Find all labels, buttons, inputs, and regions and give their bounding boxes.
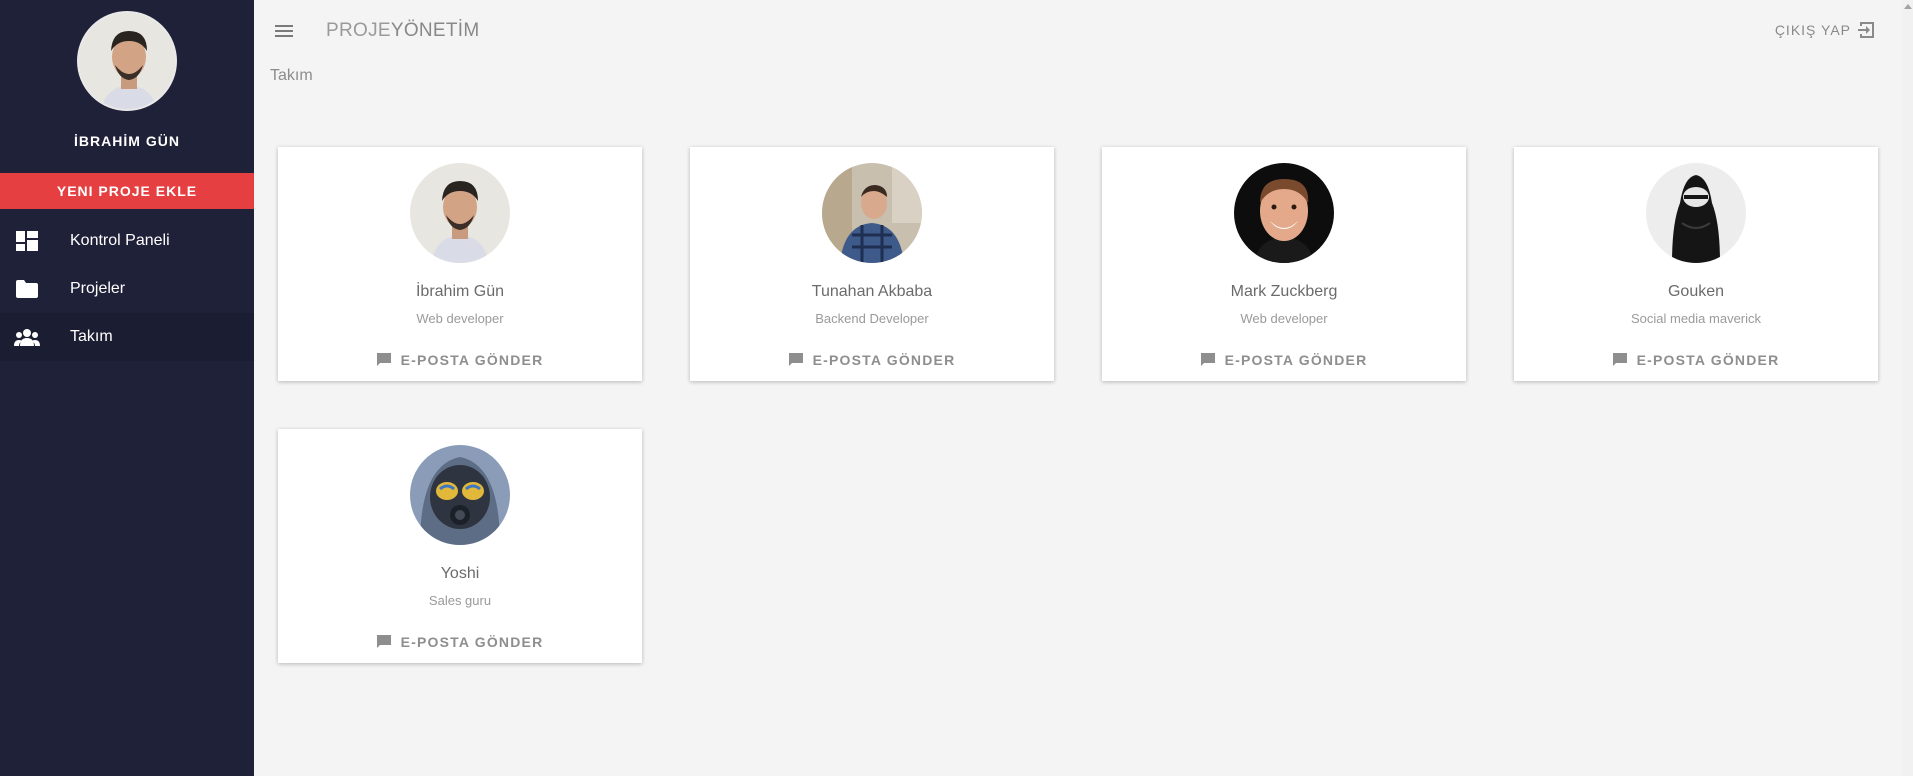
profile: İBRAHİM GÜN xyxy=(0,0,254,149)
dashboard-icon xyxy=(14,229,40,253)
send-email-label: E-POSTA GÖNDER xyxy=(400,352,544,368)
message-icon xyxy=(376,353,391,366)
team-card: Mark Zuckberg Web developer E-POSTA GÖND… xyxy=(1102,147,1466,381)
member-role: Backend Developer xyxy=(815,311,929,326)
sidebar-nav: Kontrol Paneli Projeler Takım xyxy=(0,217,254,361)
avatar xyxy=(77,11,177,111)
member-name: Gouken xyxy=(1667,283,1725,300)
member-role: Sales guru xyxy=(428,593,492,608)
send-email-button[interactable]: E-POSTA GÖNDER xyxy=(376,634,544,650)
member-role: Web developer xyxy=(1240,311,1328,326)
sidebar-item-label: Kontrol Paneli xyxy=(70,232,170,249)
team-card: Yoshi Sales guru E-POSTA GÖNDER xyxy=(278,429,642,663)
send-email-button[interactable]: E-POSTA GÖNDER xyxy=(1612,352,1780,368)
member-avatar xyxy=(1234,163,1334,263)
message-icon xyxy=(376,635,391,648)
logout-icon xyxy=(1858,22,1874,38)
member-avatar xyxy=(410,445,510,545)
member-name: İbrahim Gün xyxy=(415,283,505,300)
member-role: Social media maverick xyxy=(1630,311,1762,326)
team-card: Tunahan Akbaba Backend Developer E-POSTA… xyxy=(690,147,1054,381)
team-card: Gouken Social media maverick E-POSTA GÖN… xyxy=(1514,147,1878,381)
send-email-button[interactable]: E-POSTA GÖNDER xyxy=(788,352,956,368)
logout-button[interactable]: ÇIKIŞ YAP xyxy=(1775,20,1877,40)
member-name: Mark Zuckberg xyxy=(1230,283,1338,300)
sidebar-item-projects[interactable]: Projeler xyxy=(0,265,254,313)
member-avatar xyxy=(410,163,510,263)
brand-logo: PROJEYÖNETİM xyxy=(326,20,480,42)
folder-icon xyxy=(14,277,40,301)
send-email-button[interactable]: E-POSTA GÖNDER xyxy=(376,352,544,368)
brand-part-1: PROJE xyxy=(326,20,391,41)
send-email-label: E-POSTA GÖNDER xyxy=(812,352,956,368)
sidebar: İBRAHİM GÜN YENI PROJE EKLE Kontrol Pane… xyxy=(0,0,254,776)
member-avatar xyxy=(1646,163,1746,263)
sidebar-item-dashboard[interactable]: Kontrol Paneli xyxy=(0,217,254,265)
menu-icon[interactable] xyxy=(272,19,296,43)
logout-label: ÇIKIŞ YAP xyxy=(1774,22,1851,38)
send-email-button[interactable]: E-POSTA GÖNDER xyxy=(1200,352,1368,368)
group-icon xyxy=(14,325,40,349)
member-avatar xyxy=(822,163,922,263)
message-icon xyxy=(788,353,803,366)
breadcrumb: Takım xyxy=(270,67,313,84)
brand-part-2: YÖNETİM xyxy=(390,20,480,41)
scrollbar[interactable] xyxy=(1902,0,1913,776)
team-card: İbrahim Gün Web developer E-POSTA GÖNDER xyxy=(278,147,642,381)
scroll-up-icon[interactable] xyxy=(1903,4,1912,9)
user-name: İBRAHİM GÜN xyxy=(74,133,180,149)
send-email-label: E-POSTA GÖNDER xyxy=(1224,352,1368,368)
sidebar-item-label: Takım xyxy=(70,328,113,345)
send-email-label: E-POSTA GÖNDER xyxy=(400,634,544,650)
member-role: Web developer xyxy=(416,311,504,326)
new-project-button[interactable]: YENI PROJE EKLE xyxy=(0,173,254,209)
sidebar-item-team[interactable]: Takım xyxy=(0,313,254,361)
message-icon xyxy=(1200,353,1215,366)
message-icon xyxy=(1612,353,1627,366)
sidebar-item-label: Projeler xyxy=(70,280,126,297)
member-name: Tunahan Akbaba xyxy=(811,283,933,300)
send-email-label: E-POSTA GÖNDER xyxy=(1636,352,1780,368)
top-bar: PROJEYÖNETİM ÇIKIŞ YAP xyxy=(254,0,1913,62)
member-name: Yoshi xyxy=(440,565,480,582)
